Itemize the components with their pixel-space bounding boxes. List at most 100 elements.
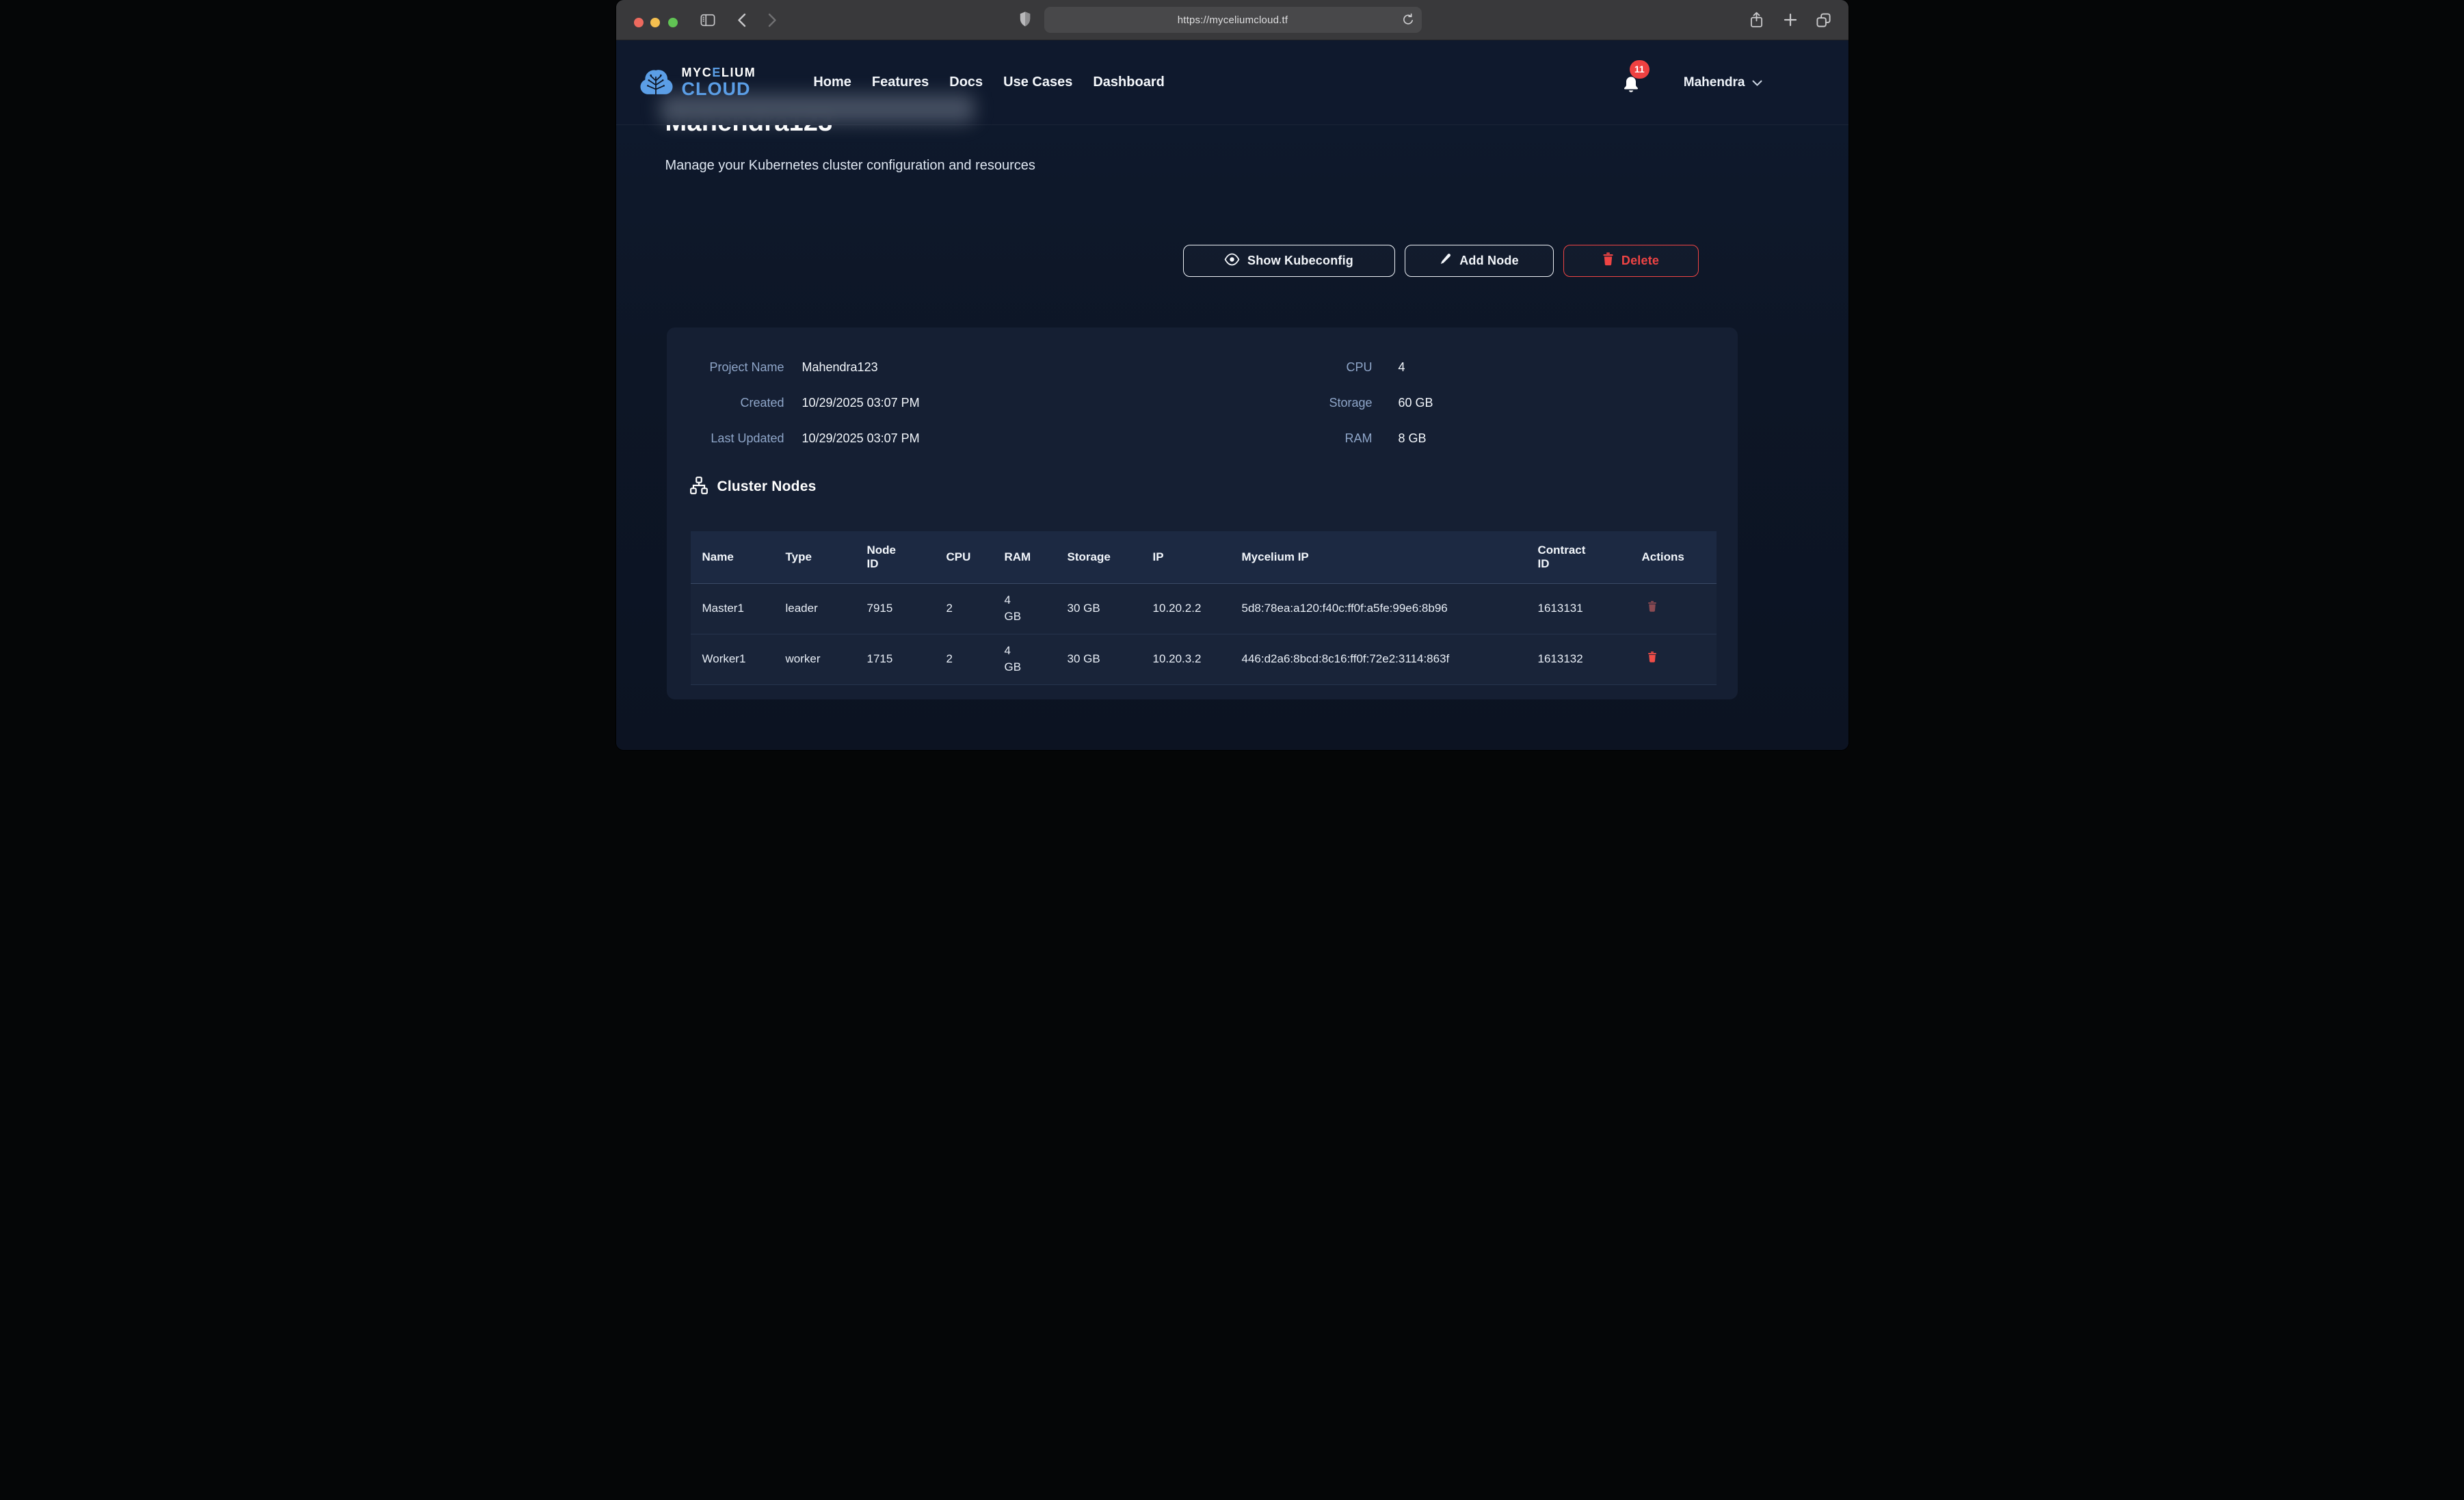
- new-tab-icon[interactable]: [1782, 12, 1799, 28]
- cell-actions: [1642, 583, 1717, 634]
- nav-link-use-cases[interactable]: Use Cases: [1003, 75, 1072, 90]
- nav-link-home[interactable]: Home: [813, 75, 851, 90]
- cell-cpu: 2: [946, 583, 1005, 634]
- pencil-icon: [1439, 253, 1452, 269]
- cpu-label: CPU: [1202, 358, 1373, 377]
- notification-count-badge: 11: [1630, 60, 1650, 79]
- brand-logo[interactable]: MYCELIUM CLOUD: [637, 65, 756, 100]
- col-cpu: CPU: [946, 531, 1005, 583]
- cell-cpu: 2: [946, 634, 1005, 684]
- ram-label: RAM: [1202, 429, 1373, 448]
- trash-icon: [1602, 252, 1614, 269]
- sidebar-toggle-icon[interactable]: [700, 12, 716, 28]
- cpu-value: 4: [1399, 358, 1714, 377]
- cell-contract-id: 1613131: [1538, 583, 1642, 634]
- last-updated-value: 10/29/2025 03:07 PM: [802, 429, 1202, 448]
- cell-actions: [1642, 634, 1717, 684]
- cell-type: worker: [786, 634, 867, 684]
- col-name: Name: [691, 531, 786, 583]
- mycelium-cloud-logo-icon: [637, 65, 675, 100]
- back-icon[interactable]: [734, 12, 750, 28]
- cluster-details-card: Project Name Mahendra123 Created 10/29/2…: [667, 327, 1738, 699]
- cluster-nodes-heading: Cluster Nodes: [689, 477, 1714, 497]
- table-row: Worker1 worker 1715 2 4 GB 30 GB 10.20.3…: [691, 634, 1717, 684]
- address-bar[interactable]: https://myceliumcloud.tf: [1044, 7, 1422, 33]
- brand-wordmark: MYCELIUM CLOUD: [682, 66, 756, 98]
- trash-icon: [1647, 655, 1657, 665]
- window-close-button[interactable]: [634, 18, 644, 27]
- delete-node-button[interactable]: [1642, 600, 1657, 613]
- created-label: Created: [691, 393, 784, 412]
- forward-icon[interactable]: [765, 12, 781, 28]
- tab-overview-icon[interactable]: [1816, 12, 1832, 28]
- col-type: Type: [786, 531, 867, 583]
- col-contract-id: Contract ID: [1538, 531, 1642, 583]
- col-ram: RAM: [1005, 531, 1068, 583]
- url-text: https://myceliumcloud.tf: [1178, 14, 1288, 26]
- eye-icon: [1224, 253, 1240, 269]
- cell-name: Worker1: [691, 634, 786, 684]
- delete-node-button[interactable]: [1642, 651, 1657, 663]
- cluster-actions: Show Kubeconfig Add Node Delete: [1183, 245, 1699, 277]
- network-nodes-icon: [689, 476, 708, 498]
- browser-toolbar: https://myceliumcloud.tf: [616, 0, 1849, 40]
- cell-ram: 4 GB: [1005, 583, 1068, 634]
- add-node-button[interactable]: Add Node: [1405, 245, 1554, 277]
- cluster-info-right: CPU 4 Storage 60 GB RAM 8 GB: [1202, 358, 1714, 448]
- storage-label: Storage: [1202, 393, 1373, 412]
- cell-mycelium-ip: 446:d2a6:8bcd:8c16:ff0f:72e2:3114:863f: [1242, 634, 1538, 684]
- table-header-row: Name Type Node ID CPU RAM Storage IP Myc…: [691, 531, 1717, 583]
- cluster-nodes-table: Name Type Node ID CPU RAM Storage IP Myc…: [691, 531, 1717, 685]
- page-subtitle: Manage your Kubernetes cluster configura…: [665, 158, 1035, 174]
- cell-name: Master1: [691, 583, 786, 634]
- cell-ip: 10.20.3.2: [1153, 634, 1242, 684]
- cluster-nodes-title: Cluster Nodes: [717, 479, 817, 495]
- nav-link-docs[interactable]: Docs: [949, 75, 983, 90]
- brand-line-2: CLOUD: [682, 80, 756, 98]
- col-node-id: Node ID: [867, 531, 946, 583]
- user-menu[interactable]: Mahendra: [1684, 75, 1762, 90]
- cell-node-id: 7915: [867, 583, 946, 634]
- cell-type: leader: [786, 583, 867, 634]
- cell-contract-id: 1613132: [1538, 634, 1642, 684]
- col-storage: Storage: [1068, 531, 1153, 583]
- last-updated-label: Last Updated: [691, 429, 784, 448]
- nav-link-dashboard[interactable]: Dashboard: [1093, 75, 1164, 90]
- nav-link-features[interactable]: Features: [872, 75, 929, 90]
- show-kubeconfig-label: Show Kubeconfig: [1247, 254, 1353, 268]
- window-minimize-button[interactable]: [650, 18, 660, 27]
- navbar-right: 11 Mahendra: [1621, 71, 1762, 94]
- brand-line-1: MYCELIUM: [682, 66, 756, 79]
- reload-icon[interactable]: [1402, 13, 1414, 30]
- share-icon[interactable]: [1749, 12, 1765, 28]
- notifications-button[interactable]: 11: [1621, 71, 1642, 94]
- privacy-shield-icon[interactable]: [1017, 11, 1033, 27]
- cell-ip: 10.20.2.2: [1153, 583, 1242, 634]
- col-mycelium-ip: Mycelium IP: [1242, 531, 1538, 583]
- cell-node-id: 1715: [867, 634, 946, 684]
- cluster-info-left: Project Name Mahendra123 Created 10/29/2…: [691, 358, 1202, 448]
- cell-mycelium-ip: 5d8:78ea:a120:f40c:ff0f:a5fe:99e6:8b96: [1242, 583, 1538, 634]
- cell-ram: 4 GB: [1005, 634, 1068, 684]
- project-name-label: Project Name: [691, 358, 784, 377]
- add-node-label: Add Node: [1459, 254, 1519, 268]
- show-kubeconfig-button[interactable]: Show Kubeconfig: [1183, 245, 1395, 277]
- project-name-value: Mahendra123: [802, 358, 1202, 377]
- chevron-down-icon: [1752, 77, 1762, 90]
- delete-label: Delete: [1621, 254, 1659, 268]
- storage-value: 60 GB: [1399, 393, 1714, 412]
- user-name: Mahendra: [1684, 75, 1745, 90]
- trash-icon: [1647, 604, 1657, 615]
- delete-cluster-button[interactable]: Delete: [1563, 245, 1699, 277]
- ram-value: 8 GB: [1399, 429, 1714, 448]
- window-zoom-button[interactable]: [668, 18, 678, 27]
- cluster-info: Project Name Mahendra123 Created 10/29/2…: [691, 358, 1714, 448]
- browser-window: https://myceliumcloud.tf: [616, 0, 1849, 750]
- page-content: Mahendra123 Manage your Kubernetes clust…: [616, 40, 1849, 750]
- main-nav: Home Features Docs Use Cases Dashboard: [813, 75, 1165, 90]
- col-actions: Actions: [1642, 531, 1717, 583]
- cell-storage: 30 GB: [1068, 634, 1153, 684]
- table-row: Master1 leader 7915 2 4 GB 30 GB 10.20.2…: [691, 583, 1717, 634]
- toolbar-right-icons: [1749, 12, 1832, 28]
- col-ip: IP: [1153, 531, 1242, 583]
